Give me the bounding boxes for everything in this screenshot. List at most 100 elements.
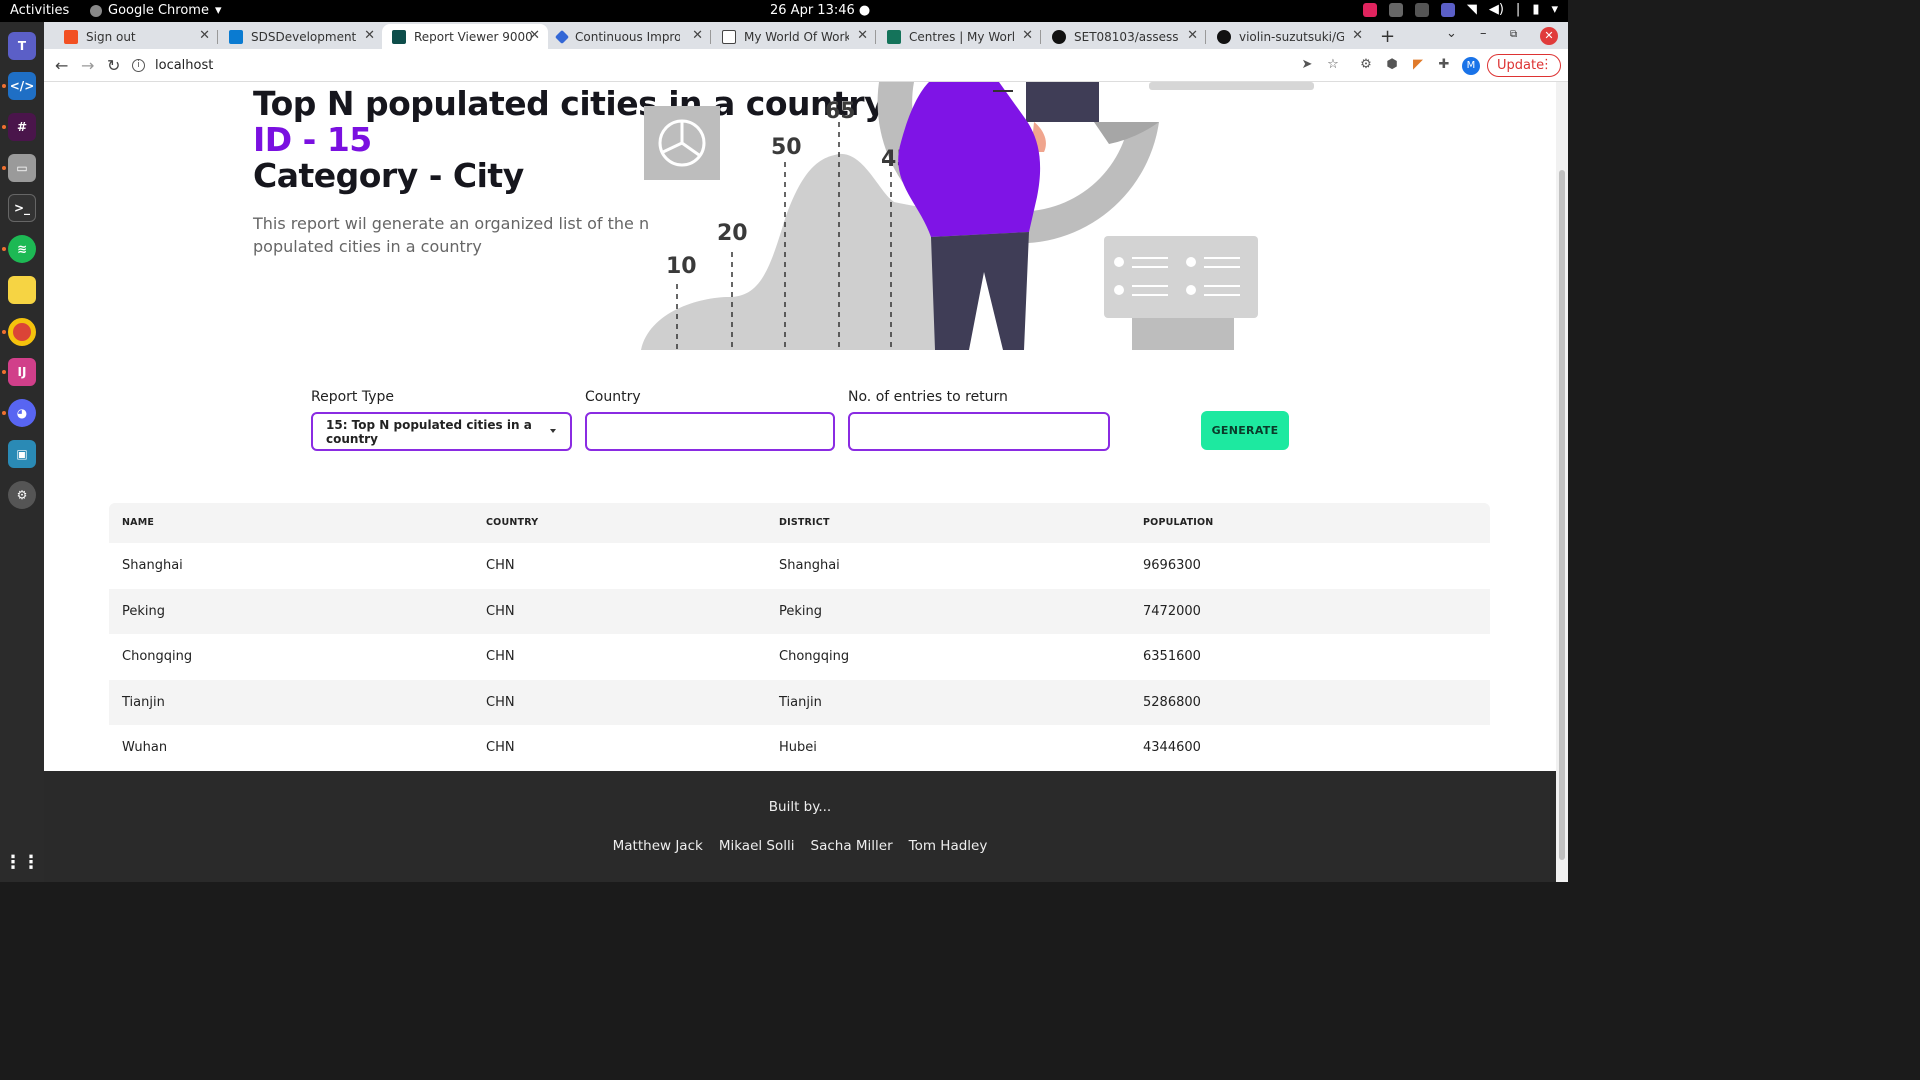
vscode-icon[interactable]: </> <box>8 72 36 100</box>
forward-icon[interactable]: → <box>81 56 94 75</box>
chevron-down-icon: ▾ <box>214 3 222 18</box>
list-card-shape <box>1104 236 1258 318</box>
volume-icon[interactable]: ◀) <box>1489 2 1504 17</box>
close-tab-icon[interactable]: ✕ <box>1352 28 1363 43</box>
extension-cube-icon[interactable]: ⬢ <box>1385 58 1399 72</box>
system-tray[interactable]: ◥ ◀) | ▮ ▾ <box>1362 2 1558 17</box>
battery-icon[interactable]: ▮ <box>1532 2 1539 17</box>
tab-violin-suzutsuki[interactable]: violin-suzutsuki/GA ✕ <box>1207 24 1371 49</box>
header-name[interactable]: NAME <box>122 517 154 528</box>
table-row: Chongqing CHN Chongqing 6351600 <box>109 634 1490 680</box>
site-info-icon[interactable]: i <box>132 59 145 72</box>
activities-button[interactable]: Activities <box>10 3 69 18</box>
cell-name: Shanghai <box>122 558 183 573</box>
update-button[interactable]: Update ⋮ <box>1487 54 1561 77</box>
show-apps-icon[interactable]: ⋮⋮ <box>4 848 40 876</box>
teams-icon[interactable]: T <box>8 32 36 60</box>
notes-icon[interactable] <box>8 276 36 304</box>
wifi-icon[interactable]: ◥ <box>1467 2 1477 17</box>
header-district[interactable]: DISTRICT <box>779 517 830 528</box>
settings-icon[interactable]: ⚙ <box>8 481 36 509</box>
menu-dots-icon[interactable]: ⋮ <box>1540 57 1553 72</box>
discord-icon[interactable]: ◕ <box>8 399 36 427</box>
terminal-icon[interactable]: >_ <box>8 194 36 222</box>
tab-separator <box>710 30 711 44</box>
app-name: Google Chrome <box>108 3 209 18</box>
table-row: Tianjin CHN Tianjin 5286800 <box>109 679 1490 726</box>
close-tab-icon[interactable]: ✕ <box>857 28 868 43</box>
generate-button[interactable]: GENERATE <box>1201 411 1289 450</box>
tab-sdsdevelopment[interactable]: SDSDevelopment / ( ✕ <box>219 24 383 49</box>
tab-continuous-improvement[interactable]: Continuous Improve ✕ <box>547 24 711 49</box>
tab-label: SDSDevelopment / ( <box>251 29 356 44</box>
extensions-puzzle-icon[interactable]: ✚ <box>1437 58 1451 72</box>
minimize-icon[interactable]: – <box>1480 26 1487 41</box>
close-tab-icon[interactable]: ✕ <box>1022 28 1033 43</box>
table-header: NAME COUNTRY DISTRICT POPULATION <box>109 503 1490 543</box>
cell-population: 9696300 <box>1143 558 1201 573</box>
update-label: Update <box>1497 58 1545 73</box>
app-menu[interactable]: Google Chrome ▾ <box>90 3 222 18</box>
new-tab-icon[interactable]: + <box>1380 26 1395 47</box>
microphone-icon[interactable]: | <box>1516 2 1520 17</box>
dock: T </> # ▭ >_ ≋ IJ ◕ ▣ ⚙ ⋮⋮ <box>0 22 44 882</box>
send-icon[interactable]: ➤ <box>1300 58 1314 72</box>
header-population[interactable]: POPULATION <box>1143 517 1213 528</box>
close-tab-icon[interactable]: ✕ <box>529 28 540 43</box>
table-row: Wuhan CHN Hubei 4344600 <box>109 725 1490 771</box>
entries-input[interactable] <box>848 412 1110 451</box>
files-icon[interactable]: ▭ <box>8 154 36 182</box>
cell-population: 6351600 <box>1143 649 1201 665</box>
tab-label: SET08103/assessme <box>1074 29 1179 44</box>
extension-tag-icon[interactable]: ◤ <box>1411 58 1425 72</box>
clock[interactable]: 26 Apr 13:46 ● <box>770 3 870 18</box>
close-tab-icon[interactable]: ✕ <box>692 28 703 43</box>
author-list: Matthew Jack Mikael Solli Sacha Miller T… <box>44 838 1556 854</box>
tab-centres[interactable]: Centres | My World o ✕ <box>877 24 1041 49</box>
slack-icon[interactable]: # <box>8 113 36 141</box>
running-indicator <box>2 411 6 415</box>
card-stand-shape <box>1132 318 1234 350</box>
address-bar[interactable]: i localhost <box>132 53 1277 78</box>
notification-dot-icon: ● <box>858 3 871 18</box>
header-country[interactable]: COUNTRY <box>486 517 538 528</box>
slack-tray-icon[interactable] <box>1388 2 1403 17</box>
intellij-icon[interactable]: IJ <box>8 358 36 386</box>
extension-gear-icon[interactable]: ⚙ <box>1359 58 1373 72</box>
running-indicator <box>2 330 6 334</box>
cell-country: CHN <box>486 694 515 710</box>
close-tab-icon[interactable]: ✕ <box>364 28 375 43</box>
tab-search-chevron-icon[interactable]: ⌄ <box>1446 26 1457 41</box>
back-icon[interactable]: ← <box>55 56 68 75</box>
country-label: Country <box>585 389 641 405</box>
profile-avatar[interactable]: M <box>1462 57 1480 75</box>
report-type-select[interactable]: 15: Top N populated cities in a country <box>311 412 572 451</box>
page-scrollbar[interactable] <box>1556 82 1568 882</box>
close-window-icon[interactable]: ✕ <box>1540 27 1558 45</box>
bookmark-star-icon[interactable]: ☆ <box>1326 58 1340 72</box>
screenshot-app-icon[interactable]: ▣ <box>8 440 36 468</box>
app-indicator-icon[interactable] <box>1362 2 1377 17</box>
tab-set08103[interactable]: SET08103/assessme ✕ <box>1042 24 1206 49</box>
tab-my-world-of-work[interactable]: My World Of Work - ✕ <box>712 24 876 49</box>
discord-tray-icon[interactable] <box>1414 2 1429 17</box>
power-menu-chevron-icon[interactable]: ▾ <box>1551 2 1558 17</box>
scrollbar-thumb[interactable] <box>1559 170 1565 860</box>
reload-icon[interactable]: ↻ <box>107 56 120 75</box>
teams-tray-icon[interactable] <box>1440 2 1455 17</box>
running-indicator <box>2 166 6 170</box>
running-indicator <box>2 84 6 88</box>
cell-population: 4344600 <box>1143 740 1201 756</box>
spotify-icon[interactable]: ≋ <box>8 235 36 263</box>
tab-sign-out[interactable]: Sign out ✕ <box>54 24 218 49</box>
chrome-dock-icon[interactable] <box>8 318 36 346</box>
close-tab-icon[interactable]: ✕ <box>1187 28 1198 43</box>
table-row: Peking CHN Peking 7472000 <box>109 588 1490 635</box>
restore-icon[interactable]: ⧉ <box>1510 29 1517 40</box>
close-tab-icon[interactable]: ✕ <box>199 28 210 43</box>
tab-strip: Sign out ✕ SDSDevelopment / ( ✕ Report V… <box>44 22 1568 49</box>
report-type-value: 15: Top N populated cities in a country <box>326 417 532 446</box>
browser-chrome: Sign out ✕ SDSDevelopment / ( ✕ Report V… <box>44 22 1568 82</box>
country-input[interactable] <box>585 412 835 451</box>
tab-report-viewer[interactable]: Report Viewer 9000 ✕ <box>382 24 548 49</box>
